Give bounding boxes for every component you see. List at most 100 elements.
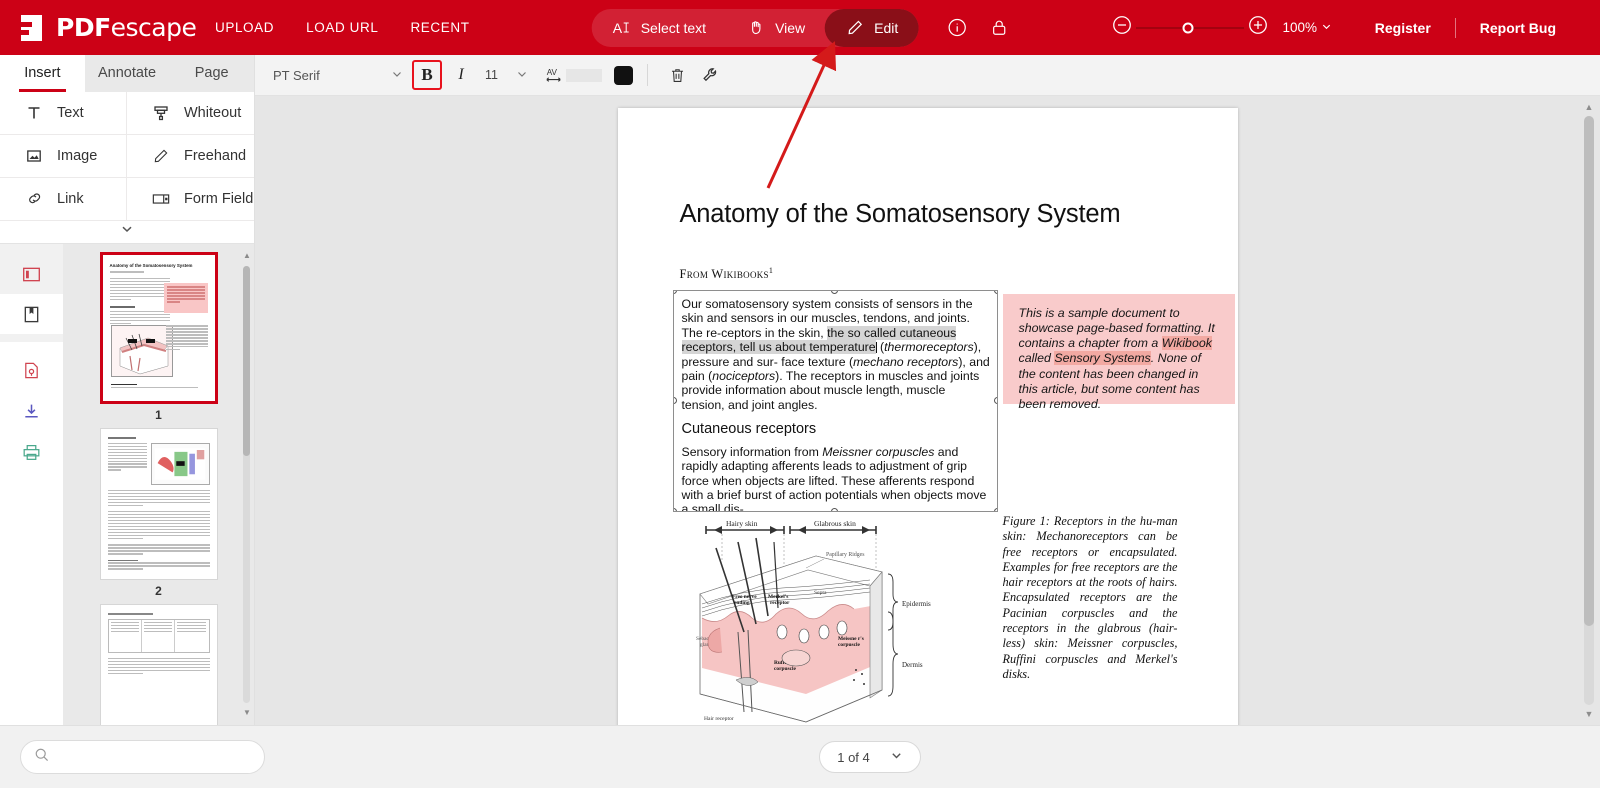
brand[interactable]: PDFescape [0,13,215,43]
canvas-scrollbar[interactable]: ▲ ▼ [1584,102,1594,719]
svg-text:corpuscle: corpuscle [838,642,860,648]
figure-caption: Figure 1: Receptors in the hu-man skin: … [1002,514,1178,681]
page-title: Anatomy of the Somatosensory System [679,200,1121,228]
trash-icon[interactable] [665,62,691,88]
print-icon[interactable] [0,432,63,473]
svg-text:Glabrous skin: Glabrous skin [814,519,856,528]
tool-form-field[interactable]: Form Field [127,178,254,221]
italic-button[interactable]: I [448,62,474,88]
panel-toggle-icon[interactable] [0,254,63,294]
thumbnail-page-1[interactable]: Anatomy of the Somatosensory System 1 [85,252,232,422]
pdf-page[interactable]: Anatomy of the Somatosensory System From… [617,108,1238,725]
account-links: Register Report Bug [1351,17,1580,38]
section-heading: Cutaneous receptors [681,421,817,437]
image-icon [24,148,44,164]
tool-text[interactable]: Text [0,91,127,135]
freehand-pencil-icon [151,148,171,164]
tab-annotate[interactable]: Annotate [84,55,170,92]
resize-handle-w[interactable] [673,397,677,404]
wrench-icon[interactable] [697,62,723,88]
scroll-up-arrow[interactable]: ▲ [243,252,251,260]
text-color-swatch[interactable] [613,65,633,85]
hand-icon [746,18,766,38]
zoom-level[interactable]: 100% [1282,20,1332,35]
nav-recent[interactable]: RECENT [410,20,469,35]
canvas-scroll-up[interactable]: ▲ [1584,102,1594,112]
selected-text-box[interactable]: Our somatosensory system consists of sen… [672,290,998,512]
bold-button[interactable]: B [412,60,442,90]
chevron-down-icon [1321,20,1332,35]
letter-spacing-icon[interactable]: AV [544,65,564,85]
tab-page[interactable]: Page [169,55,255,92]
nav-load-url[interactable]: LOAD URL [306,20,378,35]
search-input[interactable] [59,749,251,765]
lock-icon[interactable] [989,18,1008,37]
left-panel: Insert Annotate Page Text Whiteout Image… [0,55,255,725]
pdfescape-app: PDFescape UPLOAD LOAD URL RECENT A Selec… [0,0,1600,788]
svg-text:Papillary Ridges: Papillary Ridges [826,552,865,558]
tool-whiteout[interactable]: Whiteout [127,92,254,135]
resize-handle-e[interactable] [993,397,997,404]
thumbnail-number: 2 [155,584,162,599]
note-highlight-sensory-systems: Sensory Systems [1054,351,1151,366]
tab-insert[interactable]: Insert [0,55,85,92]
tool-freehand[interactable]: Freehand [127,135,254,178]
thumbnails-scrollbar[interactable]: ▲ ▼ [243,252,251,717]
mode-edit[interactable]: Edit [825,8,919,47]
center-panel: PT Serif B I 11 AV Anatomy of the Somato… [255,55,1600,725]
page-navigator[interactable]: 1 of 4 [819,741,921,773]
save-pdf-icon[interactable] [0,350,63,391]
paragraph-intro: Our somatosensory system consists of sen… [681,297,990,412]
zoom-slider[interactable] [1136,22,1245,33]
note-highlight-wikibook: Wikibook [1161,336,1212,351]
divider [646,64,648,86]
bookmark-icon[interactable] [0,294,63,335]
canvas-scroll-down[interactable]: ▼ [1584,709,1594,719]
tool-image[interactable]: Image [0,134,127,178]
chevron-down-icon [391,68,403,83]
thumbnail-image [99,604,218,725]
page-thumbnails-panel: Anatomy of the Somatosensory System 1 2 … [63,244,254,725]
document-canvas[interactable]: Anatomy of the Somatosensory System From… [255,96,1600,725]
report-bug-link[interactable]: Report Bug [1456,20,1580,36]
chevron-down-icon [516,68,528,83]
svg-text:AV: AV [547,68,558,77]
zoom-out-icon[interactable] [1111,14,1133,41]
info-icon[interactable] [946,17,967,38]
pdfescape-logo-icon [18,13,48,43]
svg-text:ending: ending [734,600,750,606]
chevron-down-icon[interactable] [890,749,903,765]
nav-upload[interactable]: UPLOAD [215,20,274,35]
thumbnail-page-2[interactable]: 2 [85,428,232,598]
scrollbar-thumb[interactable] [1584,116,1594,626]
download-icon[interactable] [0,391,63,432]
select-text-icon: A [612,18,632,38]
mode-select-text-label: Select text [640,19,707,36]
text-box-content[interactable]: Our somatosensory system consists of sen… [674,291,997,511]
font-family-select[interactable]: PT Serif [269,62,409,88]
search-box[interactable] [20,740,265,774]
mode-view[interactable]: View [726,9,825,47]
workspace: Insert Annotate Page Text Whiteout Image… [0,55,1600,725]
mode-view-label: View [775,19,806,36]
sample-note-callout[interactable]: This is a sample document to showcase pa… [1002,294,1235,411]
insert-tools: Text Whiteout Image Freehand Link Form F… [0,91,254,221]
mode-select-text[interactable]: A Select text [592,9,726,47]
scrollbar-thumb[interactable] [243,266,250,457]
search-icon [34,747,50,768]
tool-link[interactable]: Link [0,177,127,221]
brand-text: PDFescape [56,13,197,42]
top-navigation: UPLOAD LOAD URL RECENT [215,20,470,35]
svg-text:A: A [613,20,623,36]
font-size-select[interactable]: 11 [485,68,532,83]
zoom-in-icon[interactable] [1247,14,1269,41]
figure-skin-diagram: Hairy skin Glabrous skin Free nerve endi… [686,512,946,725]
register-link[interactable]: Register [1351,20,1455,36]
zoom-slider-knob[interactable] [1182,22,1194,33]
text-icon [24,105,44,121]
scroll-down-arrow[interactable]: ▼ [243,709,251,717]
svg-text:Epidermis: Epidermis [902,600,931,608]
thumbnail-page-3[interactable]: 3 [85,604,232,725]
highlight-color-bar[interactable] [565,68,602,82]
expand-tools-button[interactable] [0,220,254,245]
